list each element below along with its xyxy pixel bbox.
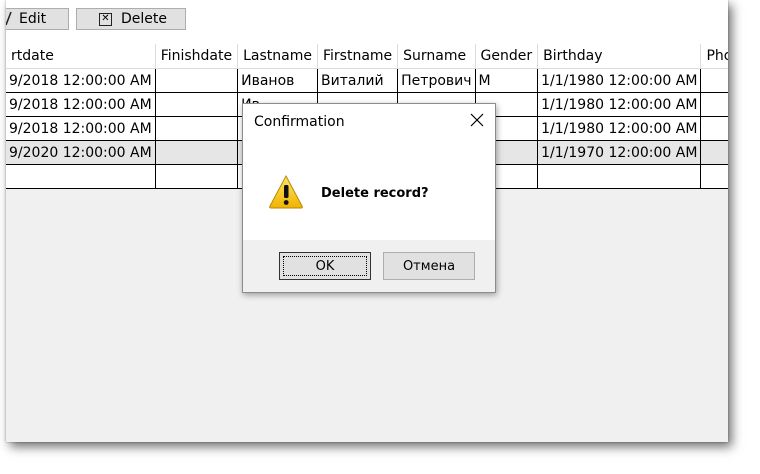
dialog-body: Delete record?	[243, 140, 495, 240]
toolbar: Edit ✕ Delete	[6, 0, 728, 38]
column-header-surname[interactable]: Surname	[397, 44, 476, 69]
cell-startdate[interactable]: 9/2018 12:00:00 AM	[6, 68, 156, 93]
cell-empty[interactable]	[155, 164, 239, 189]
header-row: rtdate Finishdate Lastname Firstname Sur…	[6, 44, 728, 69]
cell-phone[interactable]	[700, 68, 728, 93]
dialog-title: Confirmation	[254, 114, 345, 130]
delete-x-icon: ✕	[99, 12, 112, 26]
cell-firstname[interactable]: Виталий	[317, 68, 399, 93]
cell-finishdate[interactable]	[155, 116, 239, 141]
cell-empty[interactable]	[6, 164, 156, 189]
cell-empty[interactable]	[700, 164, 728, 189]
screen: Edit ✕ Delete rtdate Finishdate Lastname	[0, 0, 760, 474]
cell-birthday[interactable]: 1/1/1970 12:00:00 AM	[537, 140, 702, 165]
cell-phone[interactable]	[700, 116, 728, 141]
cancel-button[interactable]: Отмена	[383, 252, 475, 280]
focus-ring	[283, 256, 367, 276]
column-header-birthday[interactable]: Birthday	[537, 44, 702, 69]
cell-empty[interactable]	[537, 164, 702, 189]
cell-gender[interactable]: М	[475, 68, 539, 93]
edit-button[interactable]: Edit	[6, 8, 69, 30]
confirmation-dialog: Confirmation Delete record? OK Отмена	[242, 103, 496, 293]
cell-finishdate[interactable]	[155, 92, 239, 117]
warning-icon	[268, 174, 304, 210]
cell-phone[interactable]	[700, 140, 728, 165]
cancel-button-label: Отмена	[402, 258, 456, 274]
column-header-lastname[interactable]: Lastname	[237, 44, 318, 69]
dialog-footer: OK Отмена	[243, 240, 495, 292]
ok-button[interactable]: OK	[279, 252, 371, 280]
pencil-icon	[6, 11, 13, 27]
edit-button-label: Edit	[19, 11, 47, 27]
cell-lastname[interactable]: Иванов	[237, 68, 318, 93]
column-header-startdate[interactable]: rtdate	[6, 44, 156, 69]
cell-birthday[interactable]: 1/1/1980 12:00:00 AM	[537, 92, 702, 117]
column-header-finishdate[interactable]: Finishdate	[155, 44, 239, 69]
column-header-firstname[interactable]: Firstname	[317, 44, 399, 69]
cell-surname[interactable]: Петрович	[397, 68, 476, 93]
cell-startdate[interactable]: 9/2018 12:00:00 AM	[6, 116, 156, 141]
column-header-gender[interactable]: Gender	[475, 44, 539, 69]
cell-startdate[interactable]: 9/2018 12:00:00 AM	[6, 92, 156, 117]
cell-finishdate[interactable]	[155, 68, 239, 93]
dialog-message: Delete record?	[321, 186, 429, 201]
column-header-phone[interactable]: Phone	[700, 44, 728, 69]
cell-birthday[interactable]: 1/1/1980 12:00:00 AM	[537, 116, 702, 141]
cell-birthday[interactable]: 1/1/1980 12:00:00 AM	[537, 68, 702, 93]
delete-button[interactable]: ✕ Delete	[76, 8, 186, 30]
cell-finishdate[interactable]	[155, 140, 239, 165]
table-row[interactable]: 9/2018 12:00:00 AM Иванов Виталий Петров…	[6, 68, 728, 93]
close-icon[interactable]	[467, 110, 487, 130]
delete-button-label: Delete	[121, 11, 167, 27]
cell-phone[interactable]	[700, 92, 728, 117]
cell-startdate[interactable]: 9/2020 12:00:00 AM	[6, 140, 156, 165]
